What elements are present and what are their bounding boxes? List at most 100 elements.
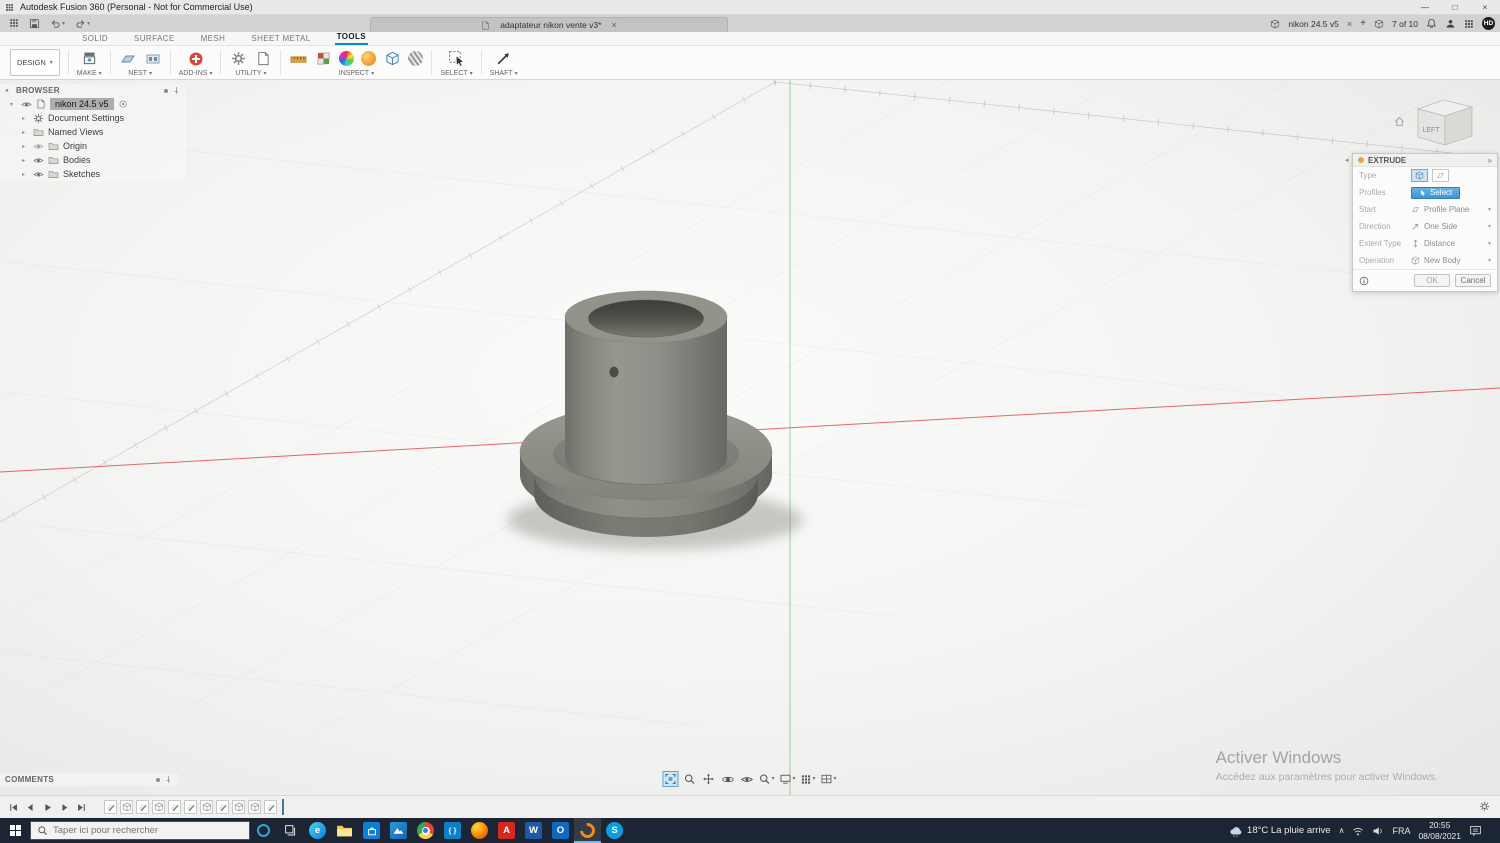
- utility-doc-icon[interactable]: [254, 50, 272, 68]
- taskbar-app-firefox-icon[interactable]: [466, 818, 493, 843]
- interference-icon[interactable]: [314, 50, 332, 68]
- timeline-position-marker[interactable]: [282, 799, 284, 815]
- timeline-settings-gear-icon[interactable]: [1479, 798, 1494, 816]
- close-tab-icon[interactable]: ×: [611, 20, 616, 30]
- app-launcher-icon[interactable]: [9, 15, 19, 33]
- pin-icon[interactable]: [172, 86, 181, 95]
- ok-button[interactable]: OK: [1414, 274, 1450, 287]
- section-analysis-icon[interactable]: [383, 50, 401, 68]
- group-label-nest[interactable]: NEST ▾: [128, 70, 152, 77]
- maximize-button[interactable]: □: [1440, 0, 1470, 14]
- chevron-down-icon[interactable]: ▾: [62, 21, 65, 27]
- expand-icon[interactable]: ▾: [10, 101, 17, 108]
- volume-icon[interactable]: [1372, 825, 1384, 837]
- scripts-icon[interactable]: [229, 50, 247, 68]
- select-icon[interactable]: [448, 50, 466, 68]
- redo-button[interactable]: ▾: [75, 18, 90, 29]
- group-label-make[interactable]: MAKE ▾: [77, 70, 102, 77]
- active-document-label[interactable]: nikon 24.5 v5: [1288, 19, 1339, 29]
- eye-icon[interactable]: [33, 155, 44, 166]
- browser-item-document-settings[interactable]: ▸ Document Settings: [0, 111, 186, 125]
- info-icon[interactable]: [1359, 276, 1369, 286]
- profiles-select-button[interactable]: Select: [1411, 186, 1461, 199]
- browser-item-sketches[interactable]: ▸ Sketches: [0, 167, 186, 181]
- taskbar-app-skype-icon[interactable]: S: [601, 818, 628, 843]
- browser-item-origin[interactable]: ▸ Origin: [0, 139, 186, 153]
- profile-avatar[interactable]: HD: [1482, 17, 1495, 30]
- minimize-button[interactable]: —: [1410, 0, 1440, 14]
- type-extrude-button[interactable]: [1411, 169, 1428, 182]
- tab-mesh[interactable]: MESH: [199, 34, 228, 45]
- start-button[interactable]: [0, 818, 30, 843]
- zoom-window-icon[interactable]: ▾: [757, 771, 775, 787]
- weather-widget[interactable]: 18°C La pluie arrive: [1229, 824, 1331, 838]
- browser-item-named-views[interactable]: ▸ Named Views: [0, 125, 186, 139]
- job-status-icon[interactable]: [1374, 19, 1384, 29]
- workspace-selector[interactable]: DESIGN ▾: [10, 49, 60, 76]
- timeline-feature-sketch-icon[interactable]: [184, 800, 197, 814]
- notification-center-icon[interactable]: [1469, 824, 1482, 837]
- nest-layout-icon[interactable]: [144, 50, 162, 68]
- taskbar-app-outlook-icon[interactable]: O: [547, 818, 574, 843]
- timeline-feature-extrude-icon[interactable]: [248, 800, 261, 814]
- new-tab-button[interactable]: +: [1360, 18, 1366, 29]
- timeline-feature-extrude-icon[interactable]: [232, 800, 245, 814]
- skip-end-icon[interactable]: [74, 800, 88, 814]
- language-indicator[interactable]: FRA: [1392, 826, 1410, 836]
- tab-sheet-metal[interactable]: SHEET METAL: [249, 34, 312, 45]
- apps-grid-icon[interactable]: [1464, 18, 1474, 29]
- nest-sheet-icon[interactable]: [119, 50, 137, 68]
- browser-root-row[interactable]: ▾ nikon 24.5 v5: [0, 97, 186, 111]
- user-icon[interactable]: [1445, 18, 1456, 29]
- look-at-icon[interactable]: [738, 771, 754, 787]
- group-label-select[interactable]: SELECT ▾: [440, 70, 472, 77]
- group-label-shaft[interactable]: SHAFT ▾: [490, 70, 518, 77]
- timeline-feature-sketch-icon[interactable]: [264, 800, 277, 814]
- extent-type-dropdown[interactable]: Distance ▾: [1411, 239, 1491, 248]
- orbit-icon[interactable]: [719, 771, 735, 787]
- pin-icon[interactable]: [164, 775, 173, 784]
- cortana-icon[interactable]: [250, 818, 277, 843]
- collapse-icon[interactable]: ◂: [5, 87, 12, 94]
- close-document-icon[interactable]: ×: [1347, 19, 1352, 29]
- timeline-feature-extrude-icon[interactable]: [200, 800, 213, 814]
- collapse-icon[interactable]: ◂: [1345, 156, 1349, 164]
- task-view-icon[interactable]: [277, 818, 304, 843]
- curvature-analysis-icon[interactable]: [339, 51, 355, 66]
- expand-icon[interactable]: ▸: [22, 143, 29, 150]
- network-icon[interactable]: [1352, 825, 1364, 837]
- timeline-feature-sketch-icon[interactable]: [168, 800, 181, 814]
- add-ins-icon[interactable]: [187, 50, 205, 68]
- expand-icon[interactable]: ▸: [22, 157, 29, 164]
- start-dropdown[interactable]: Profile Plane ▾: [1411, 205, 1491, 214]
- cancel-button[interactable]: Cancel: [1455, 274, 1491, 287]
- timeline-feature-extrude-icon[interactable]: [152, 800, 165, 814]
- root-component-label[interactable]: nikon 24.5 v5: [50, 98, 114, 110]
- eye-icon[interactable]: [21, 99, 32, 110]
- expand-panel-icon[interactable]: »: [1488, 156, 1492, 165]
- direction-dropdown[interactable]: One Side ▾: [1411, 222, 1491, 231]
- zebra-analysis-icon[interactable]: [408, 51, 424, 66]
- viewports-icon[interactable]: ▾: [820, 771, 838, 787]
- extrude-dialog-header[interactable]: EXTRUDE »: [1353, 154, 1497, 167]
- fit-view-icon[interactable]: [662, 771, 679, 787]
- ground-icon[interactable]: [118, 99, 128, 109]
- step-back-icon[interactable]: [23, 800, 37, 814]
- taskbar-app-file-explorer-icon[interactable]: [331, 818, 358, 843]
- group-label-add-ins[interactable]: ADD-INS ▾: [179, 70, 213, 77]
- timeline-feature-sketch-icon[interactable]: [216, 800, 229, 814]
- taskbar-search[interactable]: [30, 821, 250, 840]
- taskbar-app-store-icon[interactable]: [358, 818, 385, 843]
- tab-surface[interactable]: SURFACE: [132, 34, 177, 45]
- close-button[interactable]: ×: [1470, 0, 1500, 14]
- tab-tools[interactable]: TOOLS: [334, 32, 368, 45]
- 3d-print-icon[interactable]: [80, 50, 98, 68]
- play-icon[interactable]: [40, 800, 54, 814]
- taskbar-app-edge-icon[interactable]: e: [304, 818, 331, 843]
- clock[interactable]: 20:55 08/08/2021: [1418, 820, 1461, 841]
- pan-icon[interactable]: [700, 771, 716, 787]
- job-status-count[interactable]: 7 of 10: [1392, 19, 1418, 29]
- document-tab[interactable]: adaptateur nikon vente v3* ×: [370, 17, 728, 32]
- taskbar-app-chrome-icon[interactable]: [412, 818, 439, 843]
- draft-analysis-icon[interactable]: [361, 51, 377, 66]
